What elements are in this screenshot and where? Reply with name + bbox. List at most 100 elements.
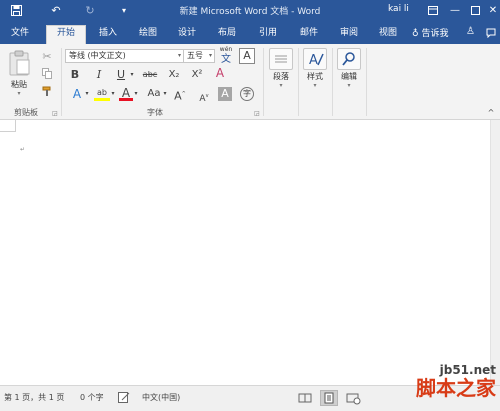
paragraph-label: 段落 [273, 72, 289, 81]
clipboard-dialog-launcher-icon[interactable]: ◲ [52, 110, 59, 117]
highlight-dropdown-icon[interactable]: ▾ [110, 87, 116, 101]
phonetic-guide-top: wén [219, 46, 233, 53]
watermark-brand: 脚本之家 [416, 376, 496, 401]
underline-dropdown-icon[interactable]: ▾ [128, 68, 136, 82]
change-case-button[interactable]: Aa [145, 87, 163, 101]
italic-button[interactable]: I [92, 68, 106, 82]
share-icon[interactable]: ♙ [466, 26, 475, 37]
paste-label: 粘贴 [11, 80, 27, 89]
highlight-button[interactable]: ab [94, 86, 110, 101]
subscript-button[interactable]: X₂ [166, 68, 182, 82]
character-border-button[interactable]: A [239, 48, 255, 64]
styles-dropdown-icon: ▾ [313, 82, 317, 89]
vertical-scrollbar[interactable] [490, 120, 500, 385]
comment-icon[interactable] [486, 25, 496, 41]
page-count[interactable]: 第 1 页，共 1 页 [4, 392, 64, 404]
ruler-corner [0, 120, 16, 132]
clipboard-group-label: 剪贴板 [14, 108, 38, 117]
minimize-icon[interactable]: — [446, 2, 464, 20]
tab-design[interactable]: 设计 [173, 26, 201, 44]
enclose-characters-button[interactable]: 字 [240, 87, 254, 101]
word-count[interactable]: 0 个字 [80, 392, 104, 404]
tab-review[interactable]: 审阅 [335, 26, 363, 44]
tab-view[interactable]: 视图 [374, 26, 402, 44]
maximize-icon[interactable] [466, 2, 484, 20]
clear-formatting-button[interactable]: A [212, 66, 228, 80]
tab-references[interactable]: 引用 [254, 26, 282, 44]
highlight-icon: ab [97, 88, 107, 97]
watermark: jb51.net 脚本之家 [416, 363, 496, 401]
font-size-value: 五号 [187, 51, 203, 60]
read-mode-icon[interactable] [296, 390, 314, 406]
group-divider [263, 48, 264, 116]
bold-button[interactable]: B [68, 68, 82, 82]
grow-font-icon: A [174, 89, 182, 103]
text-effects-button[interactable]: A [70, 87, 84, 101]
tab-insert[interactable]: 插入 [94, 26, 122, 44]
search-icon [337, 48, 361, 70]
font-name-dropdown-icon: ▾ [177, 52, 181, 59]
editing-label: 编辑 [341, 72, 357, 81]
paste-button[interactable]: 粘贴 ▾ [4, 50, 34, 97]
ribbon-display-icon[interactable] [424, 2, 442, 20]
format-painter-icon[interactable] [40, 86, 54, 101]
proofing-icon[interactable] [118, 392, 130, 407]
tab-layout[interactable]: 布局 [213, 26, 241, 44]
tab-mailings[interactable]: 邮件 [295, 26, 323, 44]
phonetic-guide-button[interactable]: wén 文 [218, 46, 234, 66]
font-dialog-launcher-icon[interactable]: ◲ [254, 110, 261, 117]
tab-file[interactable]: 文件 [6, 26, 34, 44]
clipboard-icon [9, 50, 30, 76]
paragraph-icon [269, 48, 293, 70]
styles-button[interactable]: A 样式 ▾ [300, 48, 330, 89]
copy-icon[interactable] [40, 68, 54, 83]
tab-home[interactable]: 开始 [46, 25, 86, 44]
ribbon-home: 粘贴 ▾ ✂ 剪贴板 ◲ 等线 (中文正文) ▾ 五号 ▾ wén 文 A B … [0, 44, 500, 120]
font-size-dropdown-icon: ▾ [208, 52, 212, 59]
editing-button[interactable]: 编辑 ▾ [334, 48, 364, 89]
tell-me-box[interactable]: ♁ 告诉我 [412, 26, 448, 39]
clear-formatting-icon: A [215, 66, 225, 80]
superscript-button[interactable]: X² [189, 68, 205, 82]
paragraph-button[interactable]: 段落 ▾ [266, 48, 296, 89]
group-divider [366, 48, 367, 116]
strikethrough-button[interactable]: abc [140, 68, 160, 82]
grow-font-button[interactable]: A^ [174, 87, 186, 104]
font-size-combo[interactable]: 五号 ▾ [183, 49, 215, 63]
collapse-ribbon-icon[interactable]: ^ [486, 106, 496, 120]
change-case-dropdown-icon[interactable]: ▾ [162, 87, 168, 101]
ribbon-tabs: 文件 开始 插入 绘图 设计 布局 引用 邮件 审阅 视图 ♁ 告诉我 ♙ [0, 22, 500, 44]
document-area[interactable]: ↵ [0, 120, 500, 385]
print-layout-icon[interactable] [320, 390, 338, 406]
font-group-label: 字体 [147, 108, 163, 117]
user-name[interactable]: kai li [388, 4, 409, 14]
tell-me-label: 告诉我 [421, 29, 449, 39]
paragraph-dropdown-icon: ▾ [279, 82, 283, 89]
font-color-icon: A [121, 86, 131, 100]
language-status[interactable]: 中文(中国) [142, 392, 180, 404]
character-shading-button[interactable]: A [218, 87, 232, 101]
underline-button[interactable]: U [114, 68, 128, 82]
shrink-font-button[interactable]: Av [198, 89, 210, 106]
styles-label: 样式 [307, 72, 323, 81]
web-layout-icon[interactable] [344, 390, 362, 406]
text-effects-dropdown-icon[interactable]: ▾ [84, 87, 90, 101]
group-divider [61, 48, 62, 116]
font-color-button[interactable]: A [119, 86, 133, 101]
svg-text:A: A [309, 53, 318, 68]
paste-dropdown-icon: ▾ [17, 90, 21, 97]
close-icon[interactable]: ✕ [484, 2, 500, 20]
editing-dropdown-icon: ▾ [347, 82, 351, 89]
text-effects-icon: A [72, 87, 82, 101]
font-name-combo[interactable]: 等线 (中文正文) ▾ [65, 49, 184, 63]
phonetic-guide-char: 文 [221, 54, 231, 65]
group-divider [298, 48, 299, 116]
highlight-color-swatch [94, 98, 110, 101]
cut-icon[interactable]: ✂ [40, 50, 54, 64]
styles-icon: A [303, 48, 327, 70]
group-divider [332, 48, 333, 116]
tab-draw[interactable]: 绘图 [134, 26, 162, 44]
paragraph-mark-icon: ↵ [20, 146, 26, 153]
font-color-dropdown-icon[interactable]: ▾ [133, 87, 139, 101]
lightbulb-icon: ♁ [412, 29, 419, 39]
